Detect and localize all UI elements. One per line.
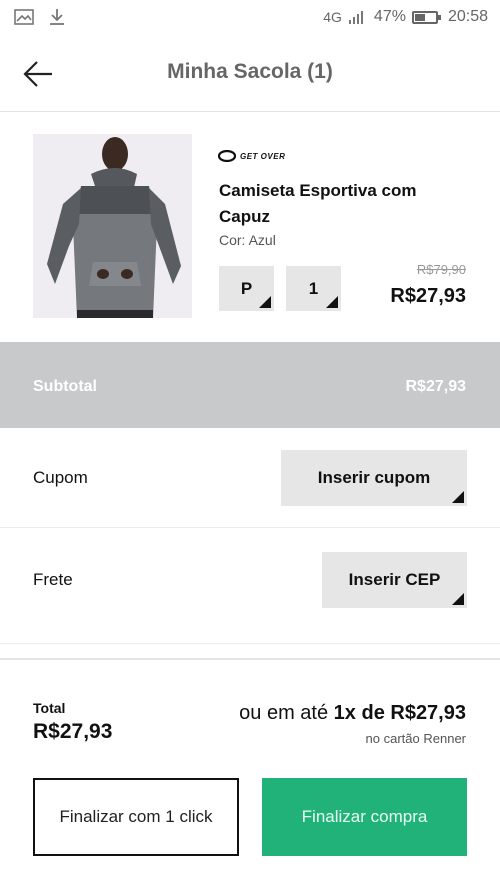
subtotal-value: R$27,93 bbox=[405, 378, 467, 395]
section-divider bbox=[0, 658, 500, 660]
coupon-row: Cupom Inserir cupom bbox=[0, 428, 500, 528]
app-bar: Minha Sacola (1) bbox=[0, 34, 500, 112]
insert-cep-label: Inserir CEP bbox=[348, 570, 441, 589]
shipping-label: Frete bbox=[33, 570, 73, 589]
installments-text: ou em até 1x de R$27,93 bbox=[239, 702, 466, 725]
total-value: R$27,93 bbox=[33, 720, 113, 743]
shipping-row: Frete Inserir CEP bbox=[0, 528, 500, 644]
insert-cep-button[interactable]: Inserir CEP bbox=[322, 552, 467, 608]
battery-level bbox=[414, 13, 426, 21]
insert-coupon-button[interactable]: Inserir cupom bbox=[281, 450, 467, 506]
battery-percent: 47% bbox=[373, 8, 406, 25]
dropdown-corner-icon bbox=[326, 296, 338, 308]
total-label: Total bbox=[33, 700, 66, 716]
product-price: R$27,93 bbox=[390, 285, 466, 307]
checkout-label: Finalizar compra bbox=[301, 807, 428, 826]
insert-coupon-label: Inserir cupom bbox=[317, 468, 431, 487]
battery-icon bbox=[411, 10, 441, 24]
product-color: Cor: Azul bbox=[219, 232, 276, 248]
brand-icon bbox=[218, 150, 236, 162]
network-type: 4G bbox=[323, 9, 342, 25]
subtotal-bar: Subtotal R$27,93 bbox=[0, 342, 500, 428]
corner-indicator-icon bbox=[452, 491, 464, 503]
subtotal-label: Subtotal bbox=[33, 378, 97, 395]
quantity-selector[interactable]: 1 bbox=[286, 266, 341, 311]
page-title: Minha Sacola (1) bbox=[167, 60, 333, 83]
clock: 20:58 bbox=[447, 8, 488, 25]
coupon-label: Cupom bbox=[33, 468, 88, 487]
product-image[interactable] bbox=[33, 134, 192, 318]
size-value: P bbox=[240, 278, 253, 298]
brand-logo: GET OVER bbox=[218, 150, 285, 162]
image-icon bbox=[14, 9, 34, 25]
status-bar: 4G 47% 20:58 bbox=[0, 0, 500, 34]
installment-value: 1x de R$27,93 bbox=[333, 702, 466, 724]
checkout-button[interactable]: Finalizar compra bbox=[262, 778, 467, 856]
one-click-label: Finalizar com 1 click bbox=[59, 807, 213, 826]
cart-item: GET OVER Camiseta Esportiva com Capuz Co… bbox=[0, 112, 500, 342]
size-selector[interactable]: P bbox=[219, 266, 274, 311]
old-price: R$79,90 bbox=[416, 262, 466, 277]
card-note: no cartão Renner bbox=[365, 731, 466, 746]
corner-indicator-icon bbox=[452, 593, 464, 605]
brand-name: GET OVER bbox=[240, 151, 286, 161]
quantity-value: 1 bbox=[308, 278, 319, 298]
signal-icon bbox=[348, 10, 368, 24]
dropdown-corner-icon bbox=[259, 296, 271, 308]
product-name[interactable]: Camiseta Esportiva com Capuz bbox=[219, 178, 459, 230]
download-icon bbox=[48, 8, 66, 26]
installment-prefix: ou em até bbox=[239, 702, 334, 724]
one-click-checkout-button[interactable]: Finalizar com 1 click bbox=[33, 778, 239, 856]
